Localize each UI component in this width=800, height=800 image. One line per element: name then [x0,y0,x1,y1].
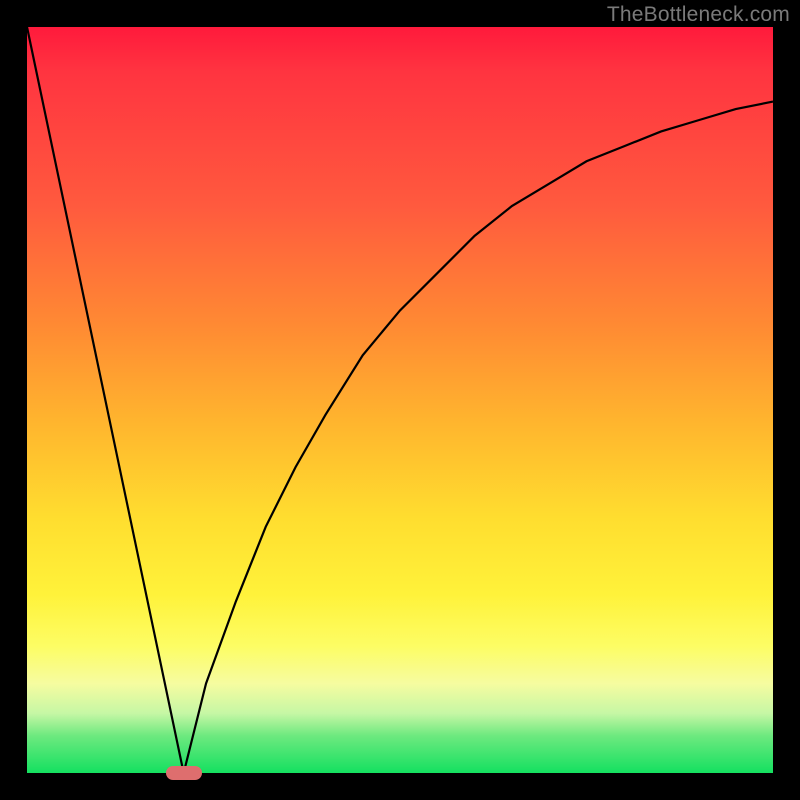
chart-marker [166,766,202,780]
chart-curve-layer [27,27,773,773]
chart-series-path [27,27,773,773]
chart-frame: TheBottleneck.com [0,0,800,800]
watermark-text: TheBottleneck.com [607,3,790,27]
